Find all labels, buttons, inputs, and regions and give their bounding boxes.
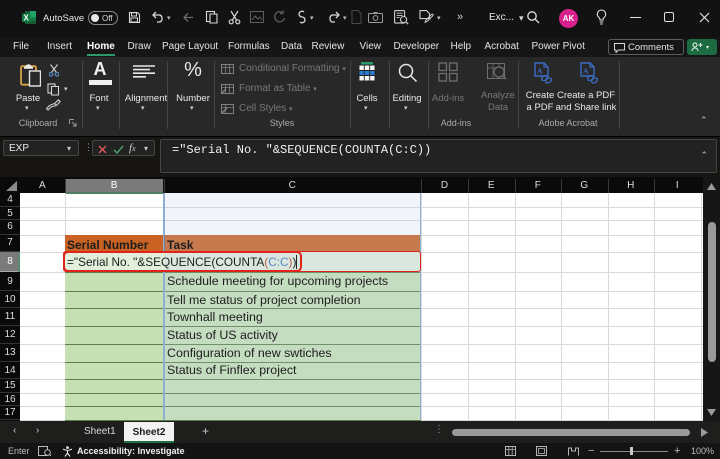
svg-text:A: A: [537, 67, 543, 76]
svg-text:X: X: [24, 13, 30, 22]
svg-text:A: A: [583, 67, 589, 76]
